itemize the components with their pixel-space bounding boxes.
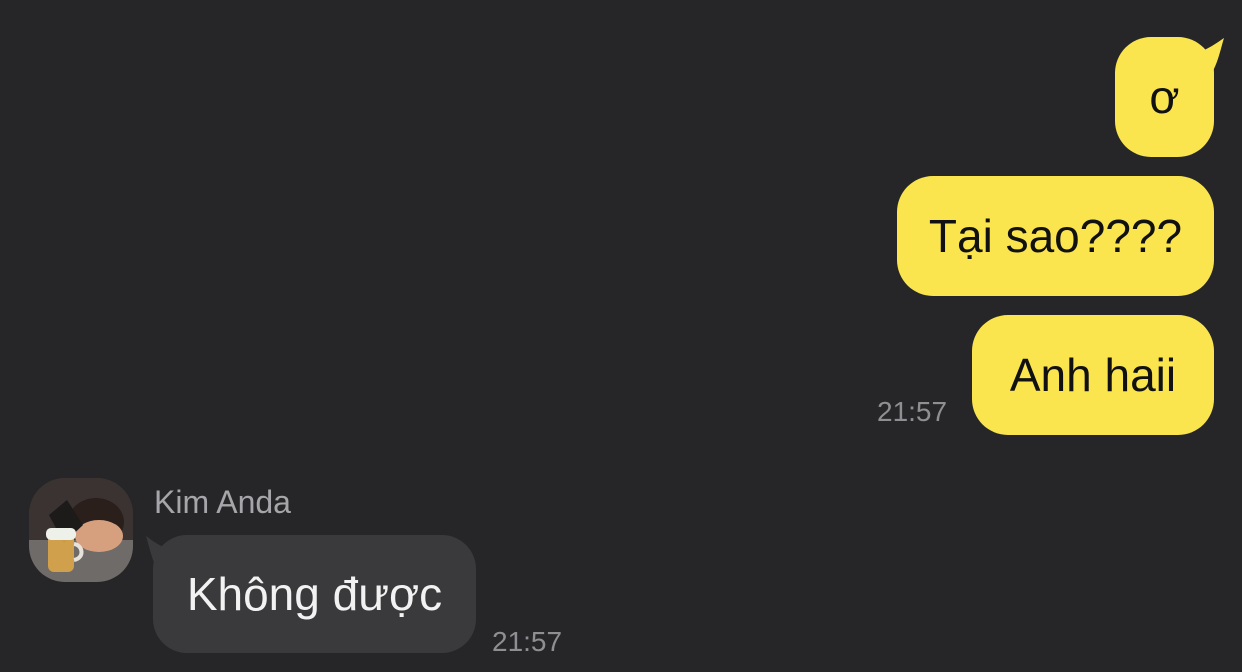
chat-view: ơ Tại sao???? Anh haii 21:57 Kim Anda Kh… [0,0,1242,672]
avatar[interactable] [29,478,133,582]
message-timestamp: 21:57 [492,626,563,657]
outgoing-message[interactable]: Anh haii [972,315,1214,435]
message-timestamp: 21:57 [877,396,948,427]
incoming-message[interactable]: Không được [153,535,476,653]
outgoing-message[interactable]: Tại sao???? [897,176,1214,296]
message-text: Anh haii [1009,349,1177,401]
sender-name: Kim Anda [154,484,291,520]
message-text: ơ [1149,71,1180,123]
message-text: Không được [186,568,443,620]
message-text: Tại sao???? [928,210,1183,262]
outgoing-message[interactable]: ơ [1115,37,1214,157]
profile-photo-icon [29,478,133,582]
